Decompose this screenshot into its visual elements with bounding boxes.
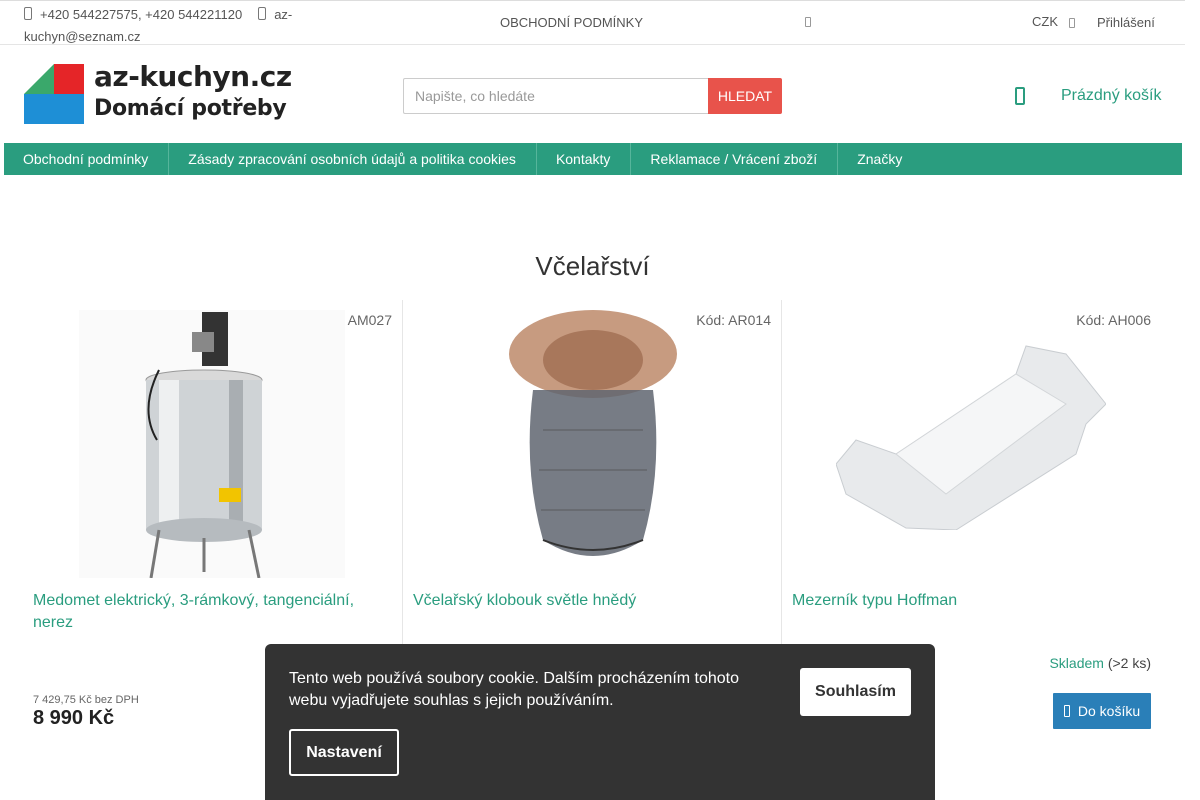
cart-icon <box>1063 705 1070 717</box>
site-logo[interactable]: az-kuchyn.cz Domácí potřeby <box>24 60 299 126</box>
nav-item-contacts[interactable]: Kontakty <box>537 143 632 175</box>
price-without-vat: 7 429,75 Kč bez DPH <box>33 694 139 706</box>
nav-item-terms[interactable]: Obchodní podmínky <box>4 143 170 175</box>
page-title: Včelařství <box>535 251 650 281</box>
product-image[interactable] <box>79 310 345 578</box>
stock-quantity: (>2 ks) <box>1107 655 1151 671</box>
chevron-down-icon[interactable] <box>1069 18 1075 28</box>
cart-icon[interactable] <box>1015 87 1025 105</box>
product-code: Kód: AR014 <box>696 312 771 328</box>
search-form: HLEDAT <box>403 78 782 114</box>
cookie-banner: Tento web používá soubory cookie. Dalším… <box>265 644 935 800</box>
top-bar: +420 544227575, +420 544221120 az-kuchyn@… <box>0 0 1185 45</box>
main-nav: Obchodní podmínky Zásady zpracování osob… <box>4 143 1182 175</box>
logo-title: az-kuchyn.cz <box>94 60 292 93</box>
logo-subtitle: Domácí potřeby <box>94 96 287 121</box>
stock-status: Skladem (>2 ks) <box>1049 655 1151 671</box>
product-price: 8 990 Kč <box>33 707 115 729</box>
login-link[interactable]: Přihlášení <box>1097 15 1155 30</box>
search-input[interactable] <box>403 78 709 114</box>
stock-label: Skladem <box>1049 655 1104 671</box>
product-image[interactable] <box>836 344 1106 530</box>
nav-item-returns[interactable]: Reklamace / Vrácení zboží <box>631 143 839 175</box>
cart-link[interactable]: Prázdný košík <box>1061 87 1161 105</box>
add-to-cart-button[interactable]: Do košíku <box>1053 693 1151 729</box>
nav-item-brands[interactable]: Značky <box>838 143 922 175</box>
logo-mark-icon <box>24 64 84 124</box>
cookie-settings-button[interactable]: Nastavení <box>289 729 399 776</box>
nav-item-privacy[interactable]: Zásady zpracování osobních údajů a polit… <box>169 143 537 175</box>
more-icon[interactable] <box>805 17 811 27</box>
contact-info: +420 544227575, +420 544221120 az-kuchyn@… <box>24 4 324 48</box>
product-code: Kód: AH006 <box>1076 312 1151 328</box>
cookie-text: Tento web používá soubory cookie. Dalším… <box>289 670 740 709</box>
phone-icon <box>24 7 32 20</box>
search-button[interactable]: HLEDAT <box>708 78 782 114</box>
terms-link[interactable]: OBCHODNÍ PODMÍNKY <box>500 15 643 30</box>
product-image[interactable] <box>503 310 683 572</box>
cookie-agree-button[interactable]: Souhlasím <box>800 668 911 716</box>
add-to-cart-label: Do košíku <box>1077 703 1141 719</box>
mail-icon <box>258 7 267 20</box>
product-name[interactable]: Medomet elektrický, 3-rámkový, tangenciá… <box>33 590 373 634</box>
product-name[interactable]: Mezerník typu Hoffman <box>792 590 1132 612</box>
phone-numbers[interactable]: +420 544227575, +420 544221120 <box>40 7 242 22</box>
header: az-kuchyn.cz Domácí potřeby HLEDAT Prázd… <box>0 45 1200 143</box>
currency-selector[interactable]: CZK <box>1032 14 1058 29</box>
product-name[interactable]: Včelařský klobouk světle hnědý <box>413 590 753 612</box>
